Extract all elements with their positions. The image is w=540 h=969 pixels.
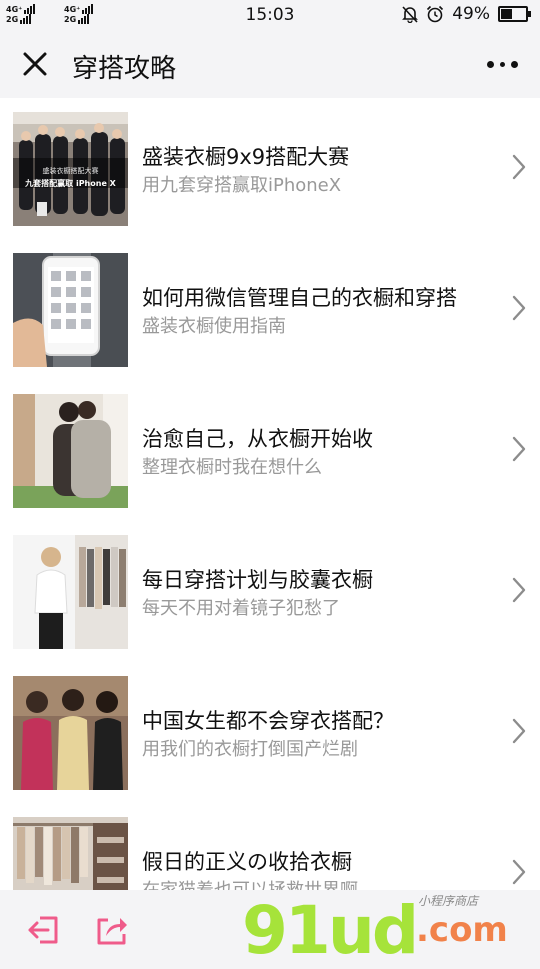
article-item[interactable]: 治愈自己，从衣橱开始收 整理衣橱时我在想什么 [0,380,540,521]
nav-bar: 穿搭攻略 [0,30,540,98]
chevron-right-icon [512,718,526,744]
more-icon [499,61,505,67]
chevron-right-icon [512,154,526,180]
article-item[interactable]: 中国女生都不会穿衣搭配？ 用我们的衣橱打倒国产烂剧 [0,662,540,803]
chevron-right-icon [512,436,526,462]
battery-percent: 49% [452,4,490,24]
chevron-right-icon [512,859,526,885]
article-item[interactable]: 每日穿搭计划与胶囊衣橱 每天不用对着镜子犯愁了 [0,521,540,662]
article-subtitle: 盛装衣橱使用指南 [142,316,286,337]
article-subtitle: 用九套穿搭赢取iPhoneX [142,175,342,196]
article-item[interactable]: 如何用微信管理自己的衣橱和穿搭 盛装衣橱使用指南 [0,239,540,380]
alarm-icon [427,5,444,23]
article-item[interactable]: 假日的正义の收拾衣橱 在家猫着也可以拯救世界啊 [0,803,540,890]
share-icon [97,918,127,945]
close-icon [23,52,47,76]
article-thumbnail [13,394,128,508]
exit-icon [28,916,58,944]
article-title: 中国女生都不会穿衣搭配？ [142,709,394,733]
article-title: 假日的正义の收拾衣橱 [142,850,352,874]
article-subtitle: 用我们的衣橱打倒国产烂剧 [142,739,358,760]
battery-icon [498,6,531,22]
article-subtitle: 整理衣橱时我在想什么 [142,457,322,478]
article-title: 盛装衣橱9x9搭配大赛 [142,145,350,169]
article-thumbnail [13,535,128,649]
close-button[interactable] [18,47,52,81]
article-title: 如何用微信管理自己的衣橱和穿搭 [142,286,457,310]
mute-bell-icon [402,6,419,23]
more-icon [510,60,518,68]
chevron-right-icon [512,295,526,321]
thumbnail-caption: 盛装衣橱搭配大赛 九套搭配赢取 iPhone X [25,167,116,188]
article-thumbnail [13,253,128,367]
bottom-bar [0,890,540,960]
status-right: 49% [402,4,531,24]
article-item[interactable]: 盛装衣橱搭配大赛 九套搭配赢取 iPhone X 盛装衣橱9x9搭配大赛 用九套… [0,98,540,239]
chevron-right-icon [512,577,526,603]
article-title: 每日穿搭计划与胶囊衣橱 [142,568,373,592]
page-title: 穿搭攻略 [72,54,177,84]
article-thumbnail [13,676,128,790]
article-thumbnail: 盛装衣橱搭配大赛 九套搭配赢取 iPhone X [13,112,128,226]
more-button[interactable] [482,50,522,78]
status-bar: 4G⁺ 2G 4G⁺ 2G 15:03 49% [0,0,540,30]
article-list: 盛装衣橱搭配大赛 九套搭配赢取 iPhone X 盛装衣橱9x9搭配大赛 用九套… [0,98,540,890]
article-subtitle: 在家猫着也可以拯救世界啊 [142,876,358,890]
article-subtitle: 每天不用对着镜子犯愁了 [142,598,340,619]
share-button[interactable] [94,912,130,948]
article-thumbnail [13,817,128,890]
article-title: 治愈自己，从衣橱开始收 [142,427,373,451]
exit-button[interactable] [26,912,62,948]
more-icon [486,60,494,68]
